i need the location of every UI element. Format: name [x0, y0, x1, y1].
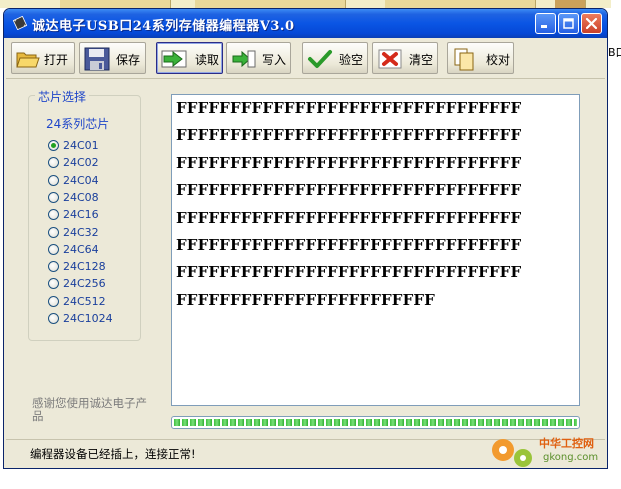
green-arrow-right-icon	[161, 50, 187, 68]
chip-option-label: 24C32	[63, 225, 99, 239]
desktop-right-edge	[611, 0, 621, 489]
watermark-gears-icon	[492, 439, 532, 467]
documents-icon	[454, 48, 474, 71]
chip-select-legend: 芯片选择	[35, 88, 90, 105]
hex-line: FFFFFFFFFFFFFFFFFFFFFFFF	[176, 290, 435, 309]
status-text: 编程器设备已经插上，连接正常!	[30, 447, 196, 461]
chip-option-label: 24C256	[63, 277, 106, 291]
red-x-icon	[378, 49, 402, 69]
close-icon	[585, 17, 598, 30]
write-label: 写入	[262, 53, 287, 67]
hex-line: FFFFFFFFFFFFFFFFFFFFFFFFFFFFFFFF	[176, 236, 522, 254]
compare-button[interactable]: 校对	[447, 42, 514, 74]
chip-option-label: 24C512	[63, 294, 106, 308]
close-button[interactable]	[581, 13, 602, 34]
background-tab	[195, 0, 346, 8]
radio-button[interactable]	[48, 243, 59, 255]
chip-option-label: 24C08	[63, 190, 99, 204]
chip-option-label: 24C128	[63, 260, 106, 274]
background-tab	[60, 0, 171, 8]
compare-label: 校对	[486, 53, 511, 67]
radio-button[interactable]	[48, 191, 59, 203]
chip-option-label: 24C02	[63, 156, 99, 170]
folder-open-icon	[16, 52, 40, 68]
chip-option-label: 24C01	[63, 139, 99, 152]
chip-option-label: 24C16	[63, 208, 99, 222]
watermark-logo: 中华工控网 gkong.com	[487, 432, 611, 472]
radio-button[interactable]	[48, 174, 59, 186]
series-title: 24系列芯片	[46, 117, 110, 131]
hex-line: FFFFFFFFFFFFFFFFFFFFFFFFFFFFFFFF	[176, 126, 522, 145]
floppy-disk-icon	[84, 47, 110, 71]
write-button[interactable]: 写入	[226, 42, 291, 74]
read-button[interactable]: 读取	[156, 42, 223, 74]
open-label: 打开	[44, 53, 69, 67]
clear-button[interactable]: 清空	[372, 42, 438, 74]
app-chip-icon	[12, 16, 28, 30]
open-button[interactable]: 打开	[11, 42, 75, 74]
chip-option-label: 24C1024	[63, 312, 113, 325]
hex-line: FFFFFFFFFFFFFFFFFFFFFFFFFFFFFFFF	[176, 208, 522, 227]
watermark-en-text: gkong.com	[543, 452, 599, 463]
radio-button[interactable]	[48, 313, 59, 324]
programmer-window: 诚达电子USB口24系列存储器编程器V3.0 打开 保存 读取 写入 验空 清空…	[3, 8, 608, 469]
clear-label: 清空	[409, 53, 434, 67]
checkmark-icon	[308, 50, 332, 68]
hex-line: FFFFFFFFFFFFFFFFFFFFFFFFFFFFFFFF	[176, 153, 522, 172]
radio-button[interactable]	[48, 295, 59, 307]
verify-blank-button[interactable]: 验空	[302, 42, 368, 74]
background-tab	[385, 0, 536, 8]
background-gear-icon	[555, 0, 586, 8]
progress-bar	[171, 416, 580, 429]
background-window-text: B口	[608, 46, 621, 59]
title-bar[interactable]: 诚达电子USB口24系列存储器编程器V3.0	[4, 9, 607, 38]
window-title: 诚达电子USB口24系列存储器编程器V3.0	[32, 19, 295, 34]
toolbar: 打开 保存 读取 写入 验空 清空 校对	[6, 40, 605, 79]
radio-button[interactable]	[48, 140, 59, 151]
hex-data-view[interactable]: FFFFFFFFFFFFFFFFFFFFFFFFFFFFFFFF FFFFFFFF…	[171, 94, 580, 406]
save-label: 保存	[116, 53, 141, 67]
watermark-cn-text: 中华工控网	[539, 437, 594, 450]
maximize-button[interactable]	[558, 13, 579, 34]
green-arrow-into-box-icon	[232, 50, 256, 68]
chip-option-label: 24C64	[63, 242, 99, 256]
read-label: 读取	[195, 53, 220, 67]
minimize-icon	[541, 25, 547, 28]
chip-option-label: 24C04	[63, 173, 99, 187]
progress-fill	[174, 419, 577, 426]
hex-line: FFFFFFFFFFFFFFFFFFFFFFFFFFFFFFFF	[176, 181, 522, 200]
thanks-text: 感谢您使用诚达电子产品	[32, 396, 147, 423]
verify-blank-label: 验空	[339, 53, 364, 67]
hex-line: FFFFFFFFFFFFFFFFFFFFFFFFFFFFFFFF	[176, 99, 522, 117]
maximize-icon	[563, 18, 574, 29]
hex-line: FFFFFFFFFFFFFFFFFFFFFFFFFFFFFFFF	[176, 263, 522, 282]
save-button[interactable]: 保存	[79, 42, 146, 74]
minimize-button[interactable]	[535, 13, 556, 34]
radio-button[interactable]	[48, 226, 59, 238]
